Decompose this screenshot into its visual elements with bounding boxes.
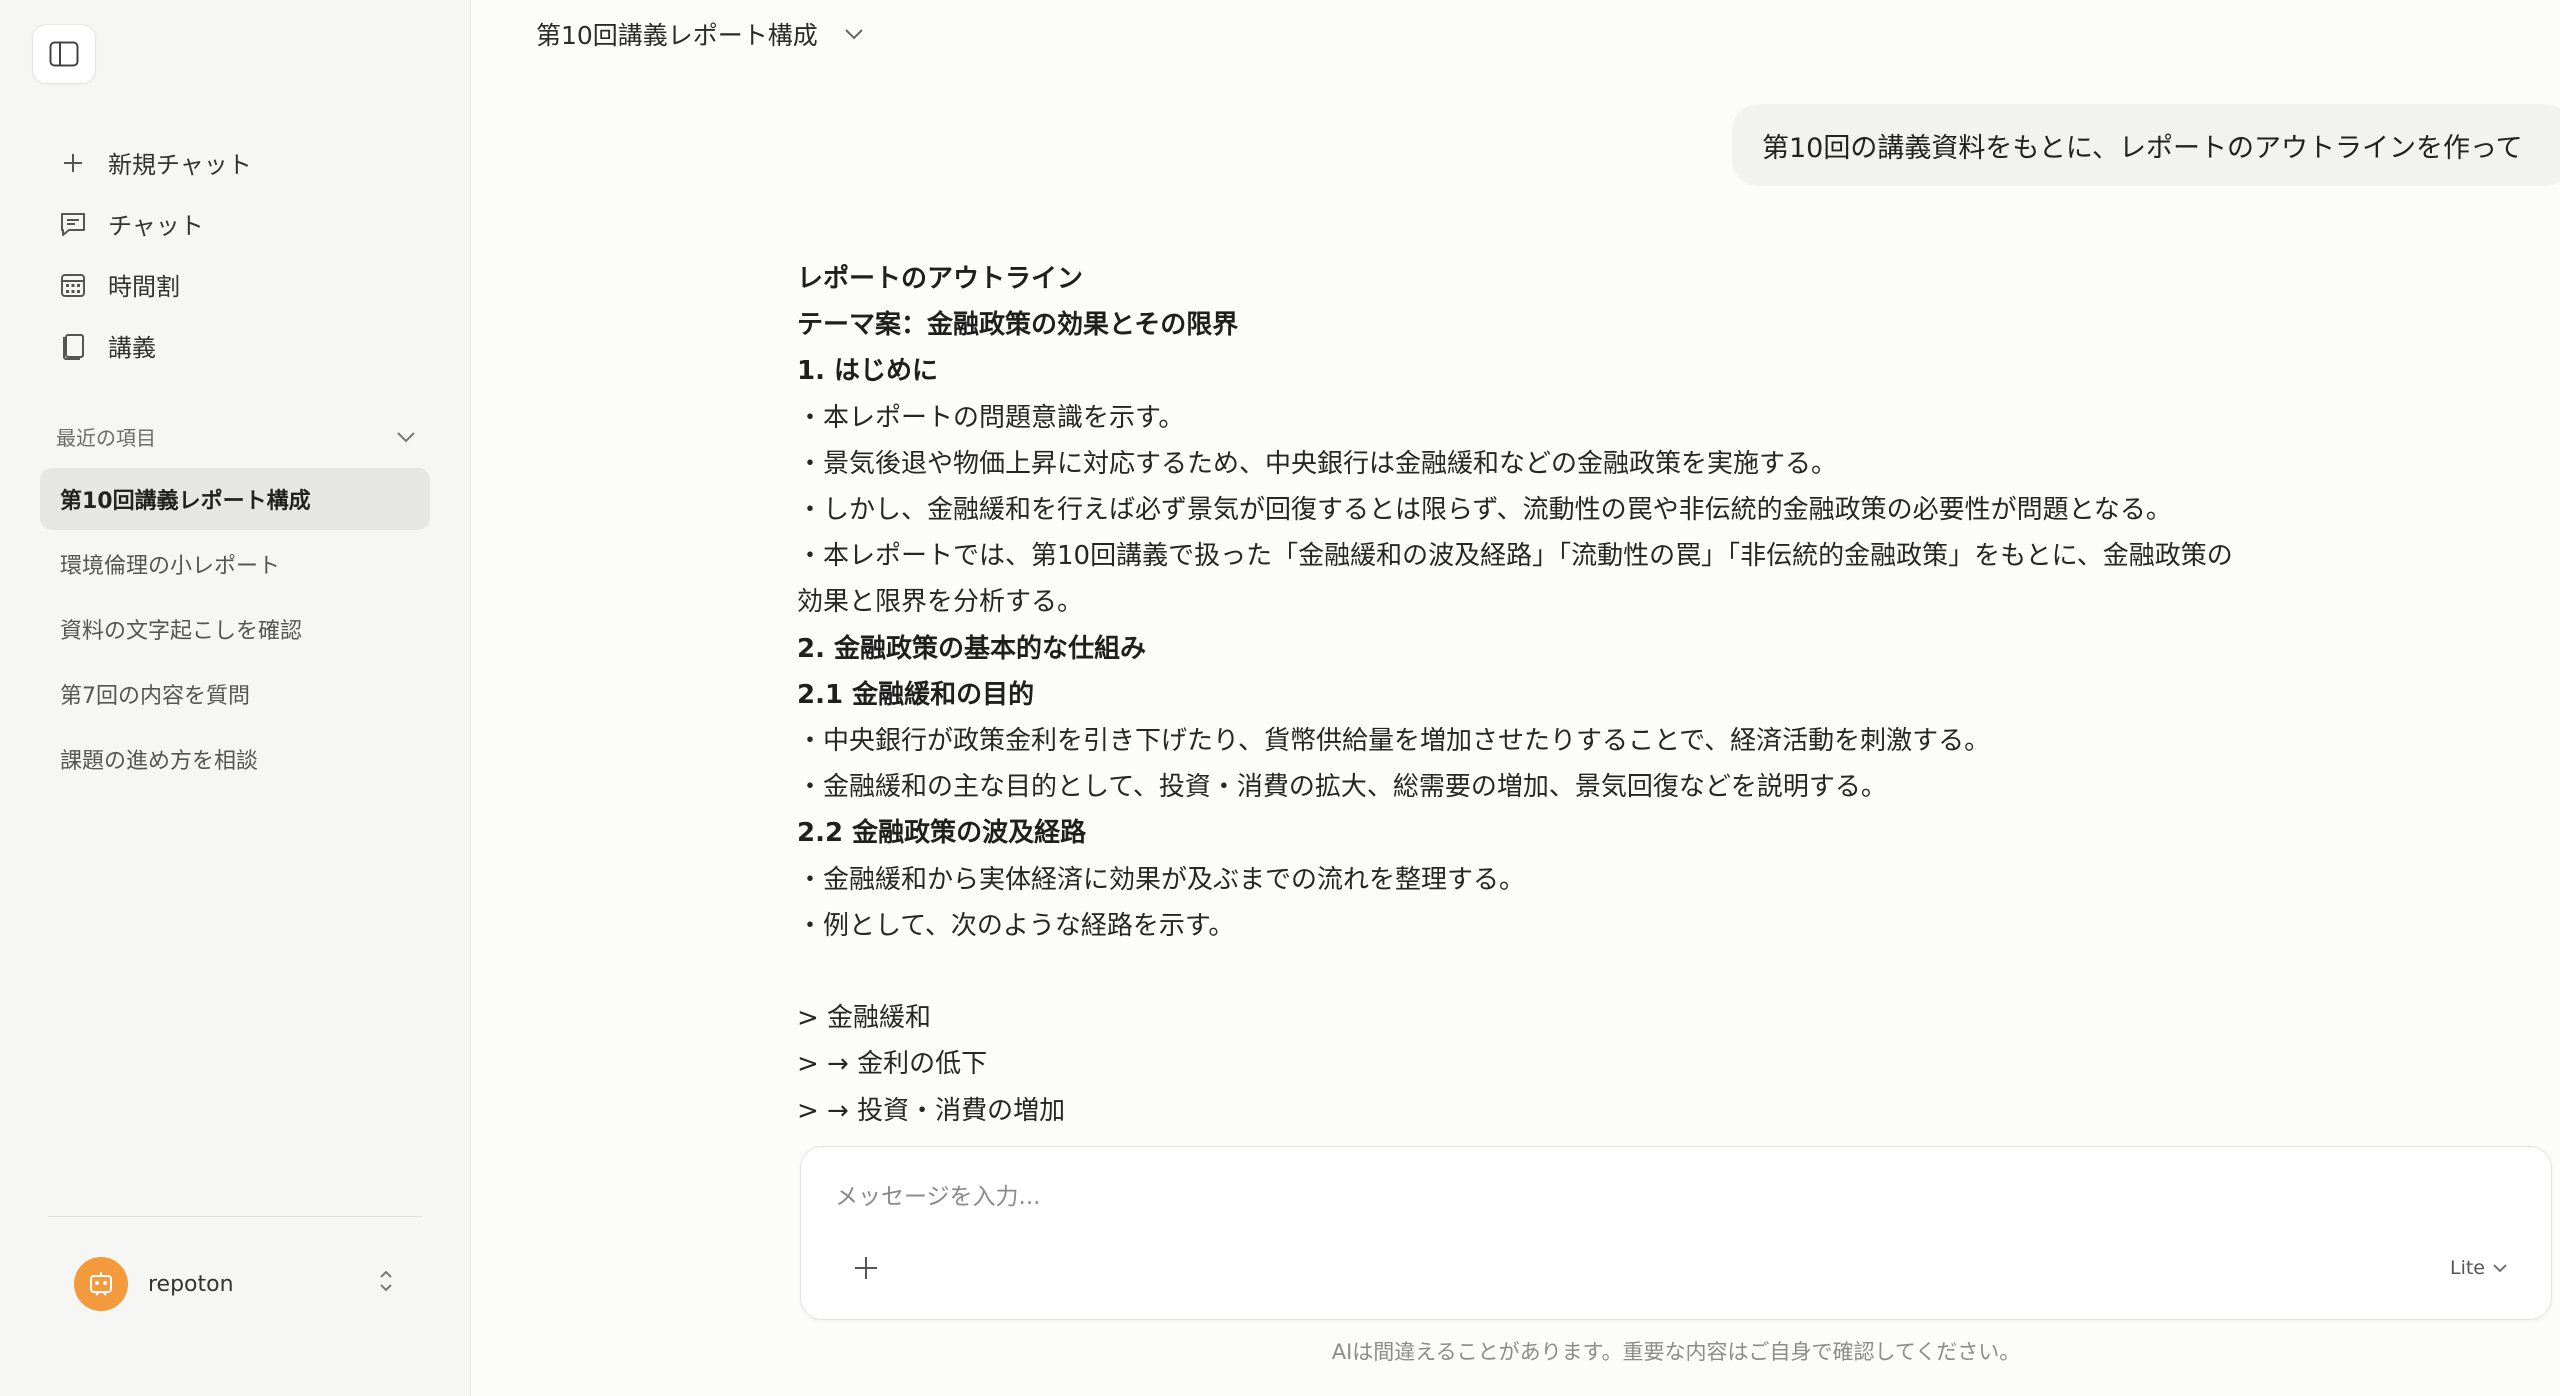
model-select[interactable]: Lite xyxy=(2450,1257,2507,1279)
user-message-bubble: 第10回の講義資料をもとに、レポートのアウトラインを作って xyxy=(1732,104,2560,186)
recent-item[interactable]: 資料の文字起こしを確認 xyxy=(40,598,430,660)
assistant-text-line: ・景気後退や物価上昇に対応するため、中央銀行は金融緩和などの金融政策を実施する。 xyxy=(797,448,1838,479)
calendar-icon xyxy=(58,270,88,300)
sidebar-item-timetable[interactable]: 時間割 xyxy=(40,254,440,315)
assistant-heading-line: 2.1 金融緩和の目的 xyxy=(797,679,1035,710)
sidebar-item-chat[interactable]: チャット xyxy=(40,193,440,254)
assistant-text-line xyxy=(797,949,2357,995)
chevron-updown-icon xyxy=(380,1270,392,1292)
assistant-text-line: > → 金利の低下 xyxy=(797,1049,988,1080)
recent-item[interactable]: 課題の進め方を相談 xyxy=(40,728,430,790)
conversation-title-menu[interactable]: 第10回講義レポート構成 xyxy=(536,16,864,52)
disclaimer-text: AIは間違えることがあります。重要な内容はご自身で確認してください。 xyxy=(1331,1340,2021,1364)
assistant-text-line: 効果と限界を分析する。 xyxy=(797,587,1084,618)
sidebar-nav: 新規チャット チャット 時間割 講義 xyxy=(40,132,440,376)
user-name: repoton xyxy=(148,1271,234,1297)
assistant-message: レポートのアウトラインテーマ案：金融政策の効果とその限界 1. はじめに・本レポー… xyxy=(797,256,2357,1134)
recent-item[interactable]: 第10回講義レポート構成 xyxy=(40,468,430,530)
sidebar-toggle-icon xyxy=(49,41,79,67)
attach-button[interactable] xyxy=(849,1251,883,1285)
chevron-down-icon xyxy=(2493,1263,2507,1272)
sidebar-item-label: 時間割 xyxy=(108,273,180,301)
recent-section-header[interactable]: 最近の項目 xyxy=(56,422,416,451)
assistant-text-line: > 金融緩和 xyxy=(797,1003,932,1034)
user-menu[interactable]: repoton xyxy=(74,1256,394,1312)
assistant-text-line: ・中央銀行が政策金利を引き下げたり、貨幣供給量を増加させたりすることで、経済活動… xyxy=(797,726,1991,757)
assistant-text-line: ・本レポートの問題意識を示す。 xyxy=(797,402,1185,433)
assistant-heading-line: 2. 金融政策の基本的な仕組み xyxy=(797,633,1147,664)
sidebar-item-label: チャット xyxy=(108,212,204,240)
robot-avatar-icon xyxy=(90,1272,112,1296)
assistant-text-line: ・しかし、金融緩和を行えば必ず景気が回復するとは限らず、流動性の罠や非伝統的金融… xyxy=(797,495,2172,526)
model-select-value: Lite xyxy=(2449,1257,2485,1279)
assistant-heading-line: 1. はじめに xyxy=(797,356,939,387)
message-input[interactable] xyxy=(835,1177,2435,1217)
sidebar-item-lectures[interactable]: 講義 xyxy=(40,315,440,376)
recent-section-label: 最近の項目 xyxy=(56,426,156,450)
recent-list: 第10回講義レポート構成 環境倫理の小レポート 資料の文字起こしを確認 第7回の… xyxy=(40,468,430,793)
assistant-heading-line: 2.2 金融政策の波及経路 xyxy=(797,818,1087,849)
plus-icon xyxy=(58,148,88,178)
assistant-text-line: ・金融緩和から実体経済に効果が及ぶまでの流れを整理する。 xyxy=(797,864,1526,895)
sidebar-divider xyxy=(48,1216,422,1217)
chevron-down-icon xyxy=(845,29,863,40)
book-icon xyxy=(58,331,88,361)
page-title: 第10回講義レポート構成 xyxy=(536,21,818,50)
chevron-down-icon xyxy=(397,431,415,442)
sidebar: 新規チャット チャット 時間割 講義 最近の項目 第10回講義レポート構成 環境… xyxy=(0,0,471,1396)
assistant-text-line: ・例として、次のような経路を示す。 xyxy=(797,910,1235,941)
sidebar-item-label: 講義 xyxy=(108,334,156,362)
user-message-text: 第10回の講義資料をもとに、レポートのアウトラインを作って xyxy=(1762,132,2523,164)
assistant-heading-line: テーマ案：金融政策の効果とその限界 xyxy=(797,310,1239,341)
recent-item[interactable]: 環境倫理の小レポート xyxy=(40,533,430,595)
chat-icon xyxy=(58,209,88,239)
sidebar-item-label: 新規チャット xyxy=(108,151,252,179)
message-composer: Lite xyxy=(800,1146,2552,1320)
assistant-heading-line: レポートのアウトライン xyxy=(797,264,1084,294)
plus-icon xyxy=(855,1257,877,1279)
sidebar-item-new-chat[interactable]: 新規チャット xyxy=(40,132,440,193)
recent-item[interactable]: 第7回の内容を質問 xyxy=(40,663,430,725)
assistant-text-line: ・本レポートでは、第10回講義で扱った「金融緩和の波及経路」「流動性の罠」「非伝… xyxy=(797,541,2233,572)
sidebar-toggle-button[interactable] xyxy=(32,24,96,84)
assistant-text-line: ・金融緩和の主な目的として、投資・消費の拡大、総需要の増加、景気回復などを説明す… xyxy=(797,772,1887,803)
assistant-text-line: > → 投資・消費の増加 xyxy=(797,1095,1066,1126)
avatar xyxy=(74,1257,128,1311)
